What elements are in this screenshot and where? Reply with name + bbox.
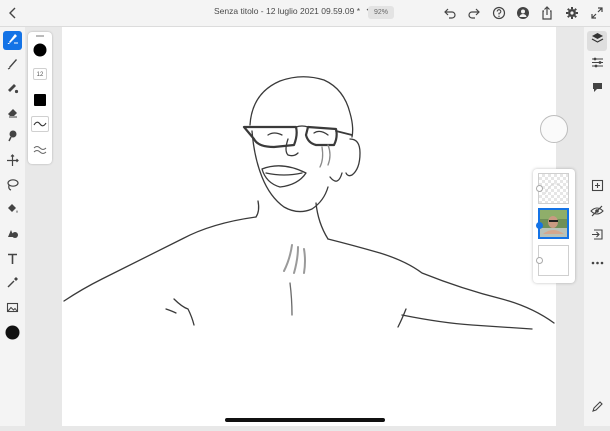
fullscreen-icon[interactable] (589, 4, 605, 22)
move-icon (6, 153, 19, 172)
drawing-canvas[interactable] (62, 27, 556, 426)
pen-brush-icon (6, 57, 19, 75)
more-icon (591, 252, 604, 270)
eyedropper-icon (6, 276, 19, 294)
layer-3-visibility-icon[interactable] (536, 257, 543, 264)
adjustments-button[interactable] (587, 55, 607, 75)
brush-size-dot[interactable] (33, 43, 47, 62)
sliders-icon (591, 56, 604, 74)
add-layer-icon (591, 179, 604, 197)
tool-shape[interactable] (3, 226, 22, 245)
pencil-icon (591, 400, 604, 418)
brush-settings-icon[interactable] (33, 143, 47, 161)
layer-2-selected-icon[interactable] (536, 222, 543, 229)
line-drawing (63, 76, 555, 330)
back-icon[interactable] (6, 5, 20, 21)
shape-icon (6, 227, 19, 245)
tool-eraser[interactable] (3, 104, 22, 123)
layers-icon (591, 32, 604, 50)
hide-layer-button[interactable] (587, 203, 607, 223)
brush-size-value[interactable]: 12 (33, 68, 47, 80)
add-layer-button[interactable] (587, 178, 607, 198)
zoom-level[interactable]: 92% (368, 6, 395, 19)
tool-lasso[interactable] (3, 177, 22, 196)
lasso-icon (6, 178, 19, 196)
import-button[interactable] (587, 227, 607, 247)
document-title-group[interactable]: Senza titolo - 12 luglio 2021 09.59.09 * (214, 6, 374, 16)
mixer-brush-icon (6, 81, 19, 99)
hide-layer-icon (590, 204, 604, 222)
opacity-swatch[interactable] (34, 94, 46, 106)
tool-mixer-brush[interactable] (3, 80, 22, 99)
tool-eyedropper[interactable] (3, 275, 22, 294)
tool-smudge[interactable] (3, 128, 22, 147)
eraser-icon (6, 105, 19, 123)
color-swatch[interactable] (3, 325, 22, 344)
text-icon (6, 252, 19, 270)
share-icon[interactable] (539, 4, 555, 22)
smudge-icon (6, 129, 19, 147)
document-title[interactable]: Senza titolo - 12 luglio 2021 09.59.09 * (214, 6, 360, 16)
home-indicator (225, 418, 385, 422)
layers-panel (533, 169, 575, 283)
tool-fill[interactable] (3, 201, 22, 220)
left-toolbar (0, 27, 25, 426)
more-options-button[interactable] (587, 251, 607, 271)
tool-transform[interactable] (3, 153, 22, 172)
stroke-smoothing-icon[interactable] (31, 116, 49, 132)
brush-icon (6, 32, 19, 50)
gear-icon[interactable] (564, 4, 580, 22)
import-icon (591, 228, 604, 246)
right-toolbar (584, 27, 610, 426)
tool-text[interactable] (3, 251, 22, 270)
redo-icon[interactable] (466, 4, 482, 22)
top-bar: Senza titolo - 12 luglio 2021 09.59.09 *… (0, 0, 610, 27)
user-icon[interactable] (515, 4, 531, 22)
touch-modifier-button[interactable] (540, 115, 568, 143)
layer-1-visibility-icon[interactable] (536, 185, 543, 192)
help-icon[interactable] (491, 4, 507, 22)
comment-icon (591, 81, 604, 99)
layers-button[interactable] (587, 31, 607, 51)
touch-shortcut-button[interactable] (587, 399, 607, 419)
paint-bucket-icon (6, 202, 19, 220)
panel-grip[interactable] (36, 35, 44, 37)
tool-pixel-brush[interactable] (3, 31, 22, 50)
current-color-icon (5, 325, 20, 345)
brush-properties-panel: 12 (28, 32, 52, 164)
tool-image[interactable] (3, 300, 22, 319)
undo-icon[interactable] (442, 4, 458, 22)
image-icon (6, 301, 19, 319)
tool-vector-brush[interactable] (3, 56, 22, 75)
comments-button[interactable] (587, 80, 607, 100)
